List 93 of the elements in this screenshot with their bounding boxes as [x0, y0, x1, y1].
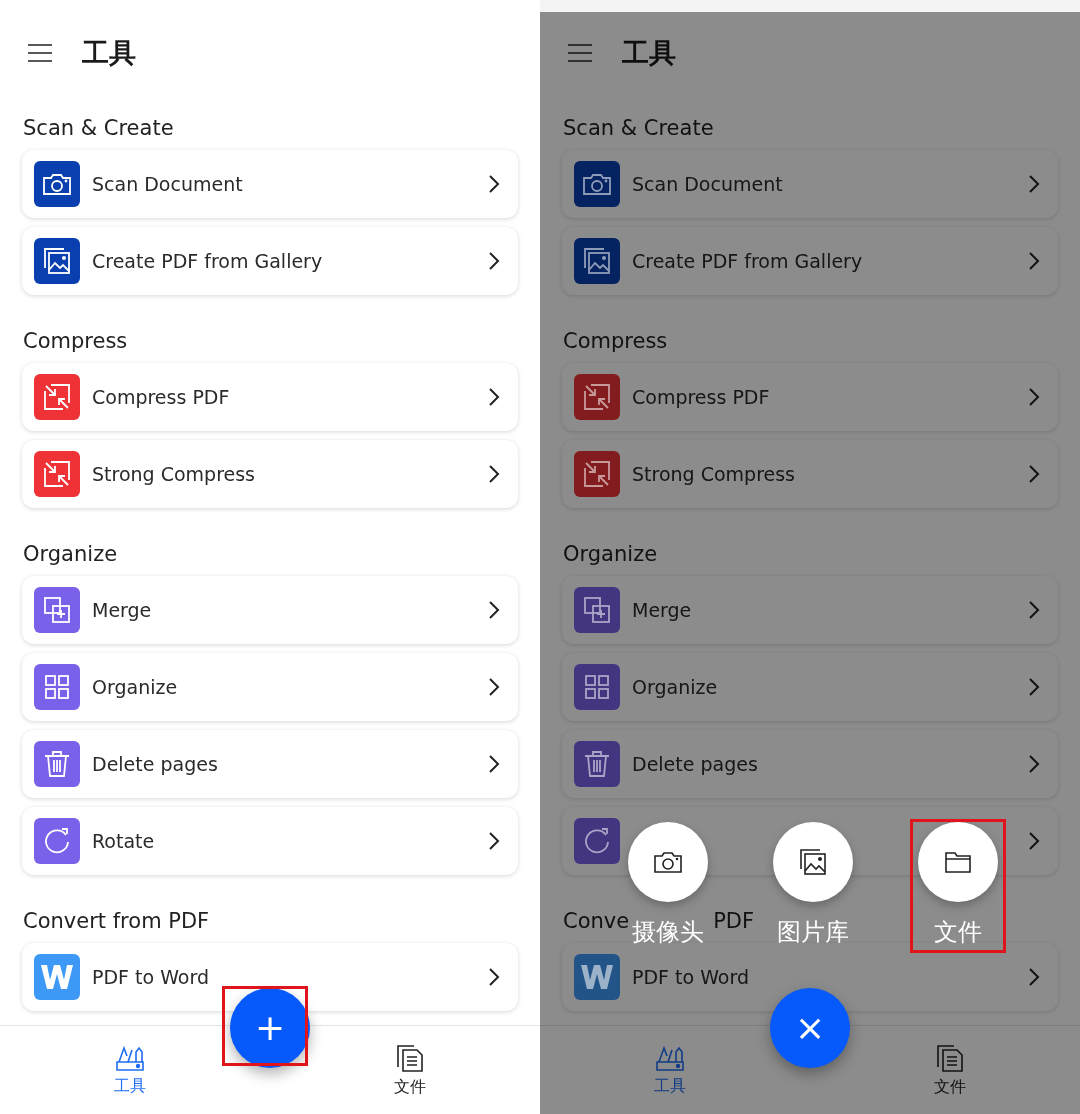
tool-card[interactable]: Organize [22, 653, 518, 721]
nav-label: 文件 [934, 1076, 966, 1098]
image-icon [42, 246, 72, 276]
grid-icon [42, 672, 72, 702]
nav-tab[interactable]: 文件 [370, 1026, 450, 1114]
chevron-right-icon [488, 251, 500, 271]
word-icon [40, 963, 74, 991]
chevron-right-icon [1028, 967, 1040, 987]
tool-card[interactable]: Rotate [22, 807, 518, 875]
camera-icon [582, 172, 612, 196]
tool-card[interactable]: Delete pages [562, 730, 1058, 798]
tool-label: Delete pages [92, 753, 219, 775]
tool-card[interactable]: Strong Compress [562, 440, 1058, 508]
tool-label: Strong Compress [92, 463, 256, 485]
chevron-right-icon [1028, 831, 1040, 851]
folder-icon [944, 850, 972, 874]
section-title: Convert from PDF [22, 908, 210, 935]
merge-icon [42, 595, 72, 625]
chevron-right-icon [1028, 677, 1040, 697]
compress-icon [42, 459, 72, 489]
tool-card[interactable]: Merge [562, 576, 1058, 644]
chevron-right-icon [488, 464, 500, 484]
nav-tab[interactable]: 工具 [630, 1026, 710, 1114]
section-title: Scan & Create [22, 115, 174, 142]
chevron-right-icon [1028, 174, 1040, 194]
tool-label: Scan Document [632, 173, 784, 195]
tool-card[interactable]: Create PDF from Gallery [22, 227, 518, 295]
menu-icon[interactable] [568, 43, 592, 63]
compress-icon [582, 382, 612, 412]
tool-label: PDF to Word [92, 966, 210, 988]
tool-card[interactable]: Delete pages [22, 730, 518, 798]
tool-label: Strong Compress [632, 463, 796, 485]
compress-icon [582, 459, 612, 489]
tool-label: Create PDF from Gallery [632, 250, 864, 272]
chevron-right-icon [488, 967, 500, 987]
chevron-right-icon [1028, 754, 1040, 774]
tool-label: Create PDF from Gallery [92, 250, 324, 272]
section-title: Conve [562, 908, 630, 935]
tool-label: Compress PDF [92, 386, 231, 408]
tool-label: Merge [632, 599, 693, 621]
nav-label: 工具 [114, 1075, 146, 1097]
tool-card[interactable]: Create PDF from Gallery [562, 227, 1058, 295]
tool-label: Rotate [92, 830, 156, 852]
nav-tab[interactable]: 工具 [90, 1026, 170, 1114]
trash-icon [582, 749, 612, 779]
document-icon [935, 1042, 965, 1073]
tool-label: Organize [92, 676, 179, 698]
grid-icon [582, 672, 612, 702]
chevron-right-icon [488, 174, 500, 194]
chevron-right-icon [1028, 387, 1040, 407]
camera-icon [653, 850, 683, 874]
chevron-right-icon [488, 831, 500, 851]
merge-icon [582, 595, 612, 625]
word-icon [580, 963, 614, 991]
chevron-right-icon [488, 600, 500, 620]
camera-icon [42, 172, 72, 196]
page-title: 工具 [622, 36, 676, 70]
page-title: 工具 [82, 36, 136, 70]
nav-tab[interactable]: 文件 [910, 1026, 990, 1114]
tool-card[interactable]: Compress PDF [562, 363, 1058, 431]
tool-card[interactable]: Organize [562, 653, 1058, 721]
tool-label: Scan Document [92, 173, 244, 195]
chevron-right-icon [488, 387, 500, 407]
chevron-right-icon [488, 677, 500, 697]
menu-icon[interactable] [28, 43, 52, 63]
tool-card[interactable]: Scan Document [562, 150, 1058, 218]
image-icon [798, 847, 828, 877]
chevron-right-icon [1028, 464, 1040, 484]
tool-card[interactable]: Merge [22, 576, 518, 644]
tool-label: Delete pages [632, 753, 759, 775]
tool-label: Compress PDF [632, 386, 771, 408]
chevron-right-icon [1028, 251, 1040, 271]
section-title: Organize [562, 541, 658, 568]
tool-label: PDF to Word [632, 966, 750, 988]
tool-label: Organize [632, 676, 719, 698]
tool-label: Merge [92, 599, 153, 621]
chevron-right-icon [488, 754, 500, 774]
tool-card[interactable]: Strong Compress [22, 440, 518, 508]
nav-label: 工具 [654, 1075, 686, 1097]
section-title: Scan & Create [562, 115, 714, 142]
compress-icon [42, 382, 72, 412]
tool-card[interactable]: Compress PDF [22, 363, 518, 431]
tool-card[interactable]: PDF to Word [22, 943, 518, 1011]
tool-card[interactable]: Scan Document [22, 150, 518, 218]
section-title: Organize [22, 541, 118, 568]
section-title: Compress [22, 328, 128, 355]
document-icon [395, 1042, 425, 1073]
trash-icon [42, 749, 72, 779]
section-title: PDF [713, 908, 755, 935]
nav-label: 文件 [394, 1076, 426, 1098]
image-icon [582, 246, 612, 276]
chevron-right-icon [1028, 600, 1040, 620]
section-title: Compress [562, 328, 668, 355]
